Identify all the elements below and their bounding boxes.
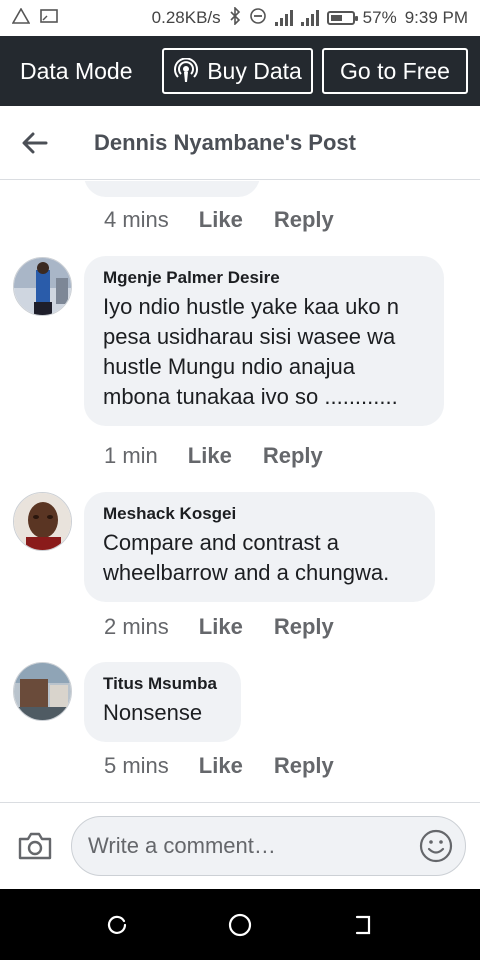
- reply-link[interactable]: Reply: [263, 443, 323, 469]
- home-circle-icon: [228, 913, 252, 936]
- comment-text: Nonsense: [103, 698, 221, 728]
- avatar[interactable]: [13, 492, 72, 551]
- comment-actions: 2 mins Like Reply: [104, 614, 334, 640]
- status-bar: 0.28KB/s 57% 9:39 PM: [0, 0, 480, 36]
- comment-line: wheelbarrow and a chungwa.: [103, 560, 390, 585]
- avatar[interactable]: [13, 662, 72, 721]
- buy-data-button[interactable]: Buy Data: [162, 48, 313, 94]
- comment-author[interactable]: Meshack Kosgei: [103, 504, 415, 524]
- comment-actions: 5 mins Like Reply: [104, 753, 334, 779]
- system-navigation-bar: [0, 889, 480, 960]
- go-to-free-label: Go to Free: [340, 57, 450, 84]
- page-title: Dennis Nyambane's Post: [94, 129, 356, 155]
- clock: 9:39 PM: [404, 8, 468, 27]
- recent-apps-icon: [107, 915, 126, 934]
- comment-line: pesa usidharau sisi wasee wa: [103, 324, 396, 349]
- back-arrow-icon: [22, 132, 48, 153]
- comment-composer: Write a comment…: [0, 802, 480, 889]
- comment-bubble[interactable]: Mgenje Palmer Desire Iyo ndio hustle yak…: [84, 256, 444, 426]
- battery-icon: [326, 11, 358, 25]
- comment-actions: 1 min Like Reply: [104, 443, 323, 469]
- previous-comment-actions: 4 mins Like Reply: [104, 207, 334, 233]
- data-mode-title: Data Mode: [20, 57, 133, 84]
- battery-percent: 57%: [362, 8, 397, 27]
- comment-time: 1 min: [104, 443, 158, 468]
- previous-comment-bubble[interactable]: [84, 181, 260, 197]
- comment-time: 4 mins: [104, 207, 169, 232]
- comment-line: Nonsense: [103, 700, 203, 725]
- cast-icon: [40, 8, 58, 28]
- back-nav-button[interactable]: [348, 910, 378, 940]
- like-link[interactable]: Like: [188, 443, 232, 469]
- back-button[interactable]: [0, 106, 70, 180]
- data-mode-bar: Data Mode Buy Data Go to Free: [0, 36, 480, 106]
- signal-icon: [300, 10, 319, 26]
- emoji-icon[interactable]: [419, 829, 453, 863]
- comment-author[interactable]: Mgenje Palmer Desire: [103, 268, 424, 288]
- reply-link[interactable]: Reply: [274, 614, 334, 640]
- comment-line: Iyo ndio hustle yake kaa uko n: [103, 294, 399, 319]
- comment-line: hustle Mungu ndio anajua: [103, 354, 355, 379]
- comment-bubble[interactable]: Meshack Kosgei Compare and contrast a wh…: [84, 492, 435, 602]
- comment-line: Compare and contrast a: [103, 530, 340, 555]
- comment-text: Iyo ndio hustle yake kaa uko n pesa usid…: [103, 292, 424, 412]
- signal-icon: [274, 10, 293, 26]
- comment-text: Compare and contrast a wheelbarrow and a…: [103, 528, 415, 588]
- avatar[interactable]: [13, 257, 72, 316]
- back-nav-icon: [356, 915, 371, 934]
- home-button[interactable]: [225, 910, 255, 940]
- like-link[interactable]: Like: [199, 614, 243, 640]
- like-link[interactable]: Like: [199, 207, 243, 233]
- reply-link[interactable]: Reply: [274, 753, 334, 779]
- comment-bubble[interactable]: Titus Msumba Nonsense: [84, 662, 241, 742]
- camera-button[interactable]: [0, 831, 70, 861]
- broadcast-icon: [173, 57, 199, 84]
- do-not-disturb-icon: [249, 7, 267, 29]
- camera-icon: [18, 832, 52, 860]
- network-speed: 0.28KB/s: [151, 8, 221, 27]
- comment-author[interactable]: Titus Msumba: [103, 674, 221, 694]
- comment-line: mbona tunakaa ivo so ............: [103, 384, 398, 409]
- reply-link[interactable]: Reply: [274, 207, 334, 233]
- comment-time: 5 mins: [104, 753, 169, 778]
- buy-data-label: Buy Data: [207, 57, 302, 84]
- warning-icon: [11, 7, 31, 28]
- bluetooth-icon: [229, 6, 241, 29]
- comment-time: 2 mins: [104, 614, 169, 639]
- post-header: Dennis Nyambane's Post: [0, 106, 480, 180]
- recent-apps-button[interactable]: [102, 910, 132, 940]
- like-link[interactable]: Like: [199, 753, 243, 779]
- go-to-free-button[interactable]: Go to Free: [322, 48, 468, 94]
- comment-input[interactable]: Write a comment…: [71, 816, 466, 876]
- comment-placeholder: Write a comment…: [88, 833, 276, 858]
- comment-list[interactable]: 4 mins Like Reply Mgenje Palmer Desire I…: [0, 181, 480, 802]
